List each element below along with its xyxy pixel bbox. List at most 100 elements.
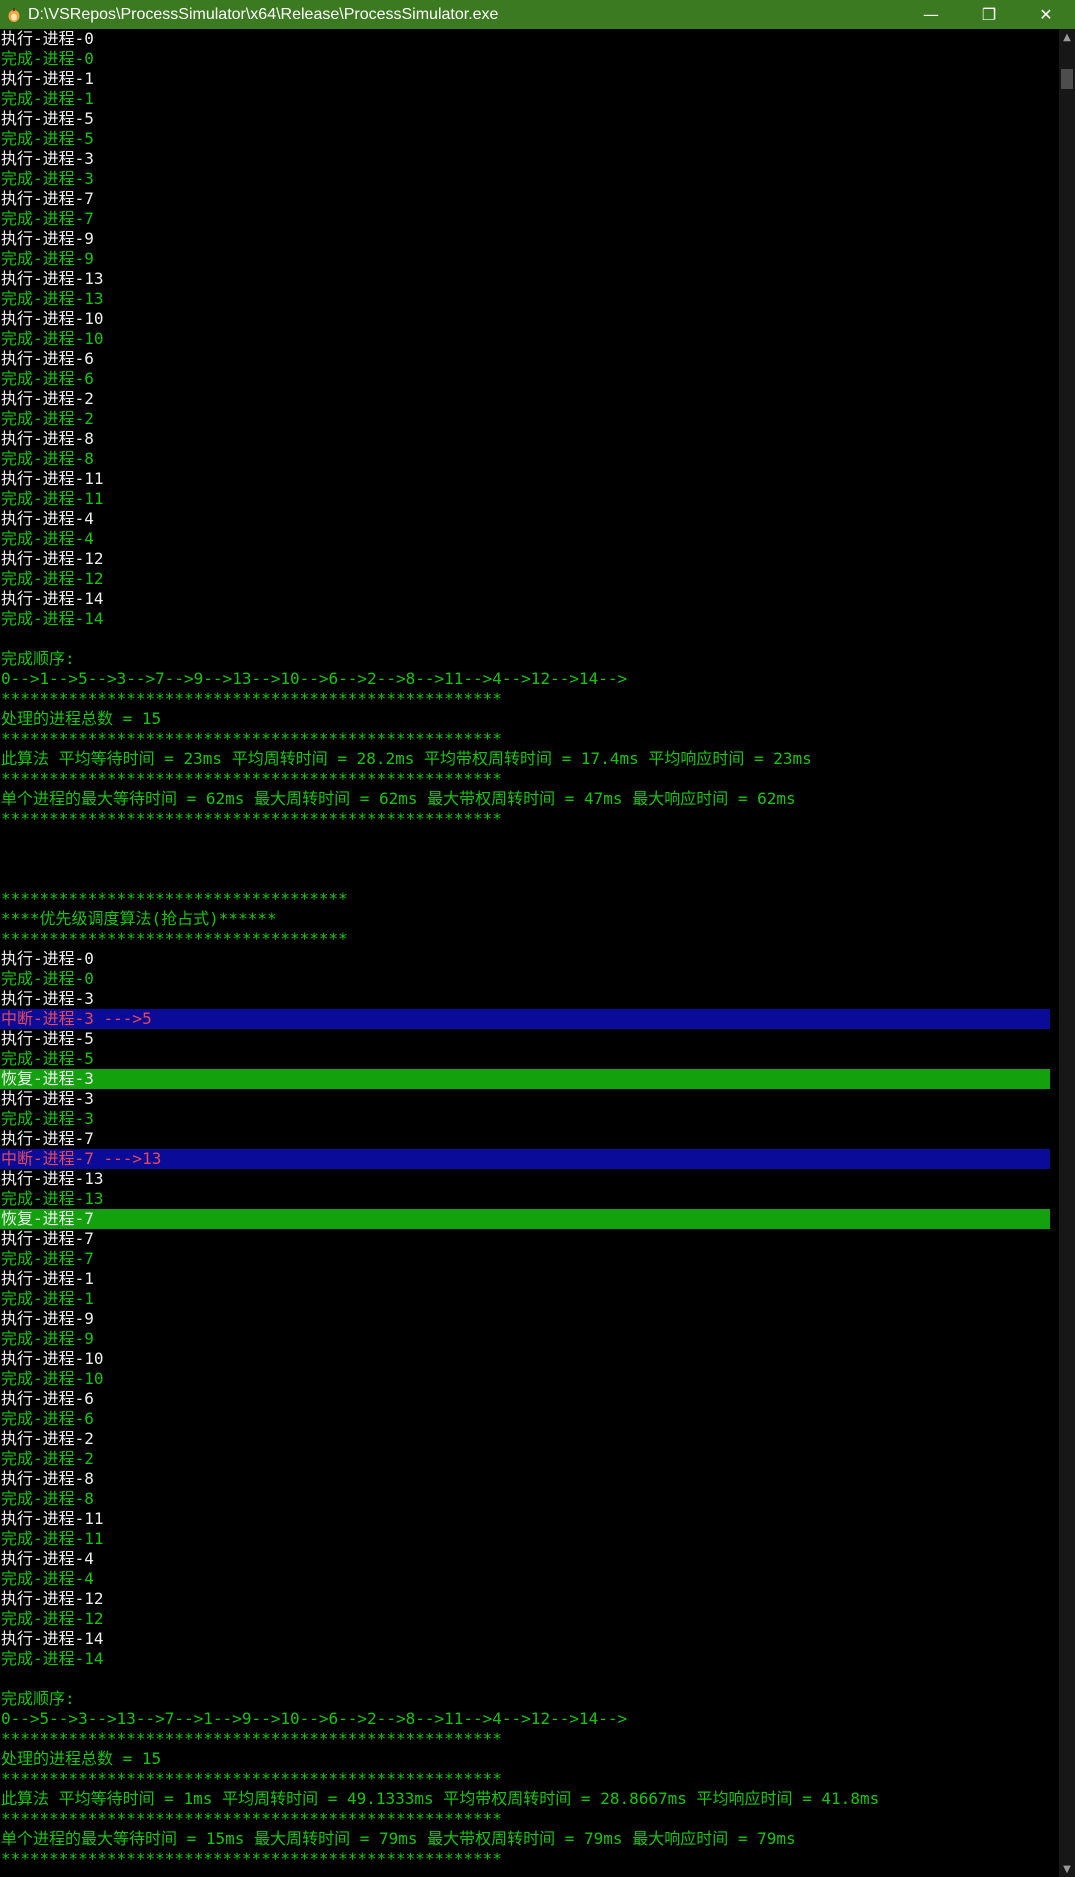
- minimize-button[interactable]: —: [902, 0, 960, 29]
- console-line: ****************************************…: [1, 1729, 502, 1748]
- console-line: 完成-进程-2: [1, 409, 94, 428]
- console-line: 中断-进程-7 --->13: [0, 1149, 1050, 1169]
- console-line: 完成-进程-8: [1, 1489, 94, 1508]
- console-line: 完成-进程-12: [1, 569, 104, 588]
- console-line: 完成-进程-2: [1, 1449, 94, 1468]
- console-line: 0-->1-->5-->3-->7-->9-->13-->10-->6-->2-…: [1, 669, 628, 688]
- console-line: ****************************************…: [1, 1809, 502, 1828]
- console-line: 完成-进程-6: [1, 1409, 94, 1428]
- console-line: 单个进程的最大等待时间 = 62ms 最大周转时间 = 62ms 最大带权周转时…: [1, 789, 796, 808]
- console-line: 执行-进程-6: [1, 1389, 94, 1408]
- console-line: 执行-进程-8: [1, 1469, 94, 1488]
- console-line: 执行-进程-4: [1, 1549, 94, 1568]
- console-line: 完成-进程-0: [1, 49, 94, 68]
- console-line: 执行-进程-1: [1, 69, 94, 88]
- scroll-down-icon[interactable]: ▼: [1059, 1861, 1075, 1877]
- console-line: 执行-进程-9: [1, 1309, 94, 1328]
- console-line: 此算法 平均等待时间 = 23ms 平均周转时间 = 28.2ms 平均带权周转…: [1, 749, 812, 768]
- console-line: 完成-进程-9: [1, 249, 94, 268]
- console-line: 处理的进程总数 = 15: [1, 709, 162, 728]
- console-line: 执行-进程-3: [1, 149, 94, 168]
- console-line: 执行-进程-12: [1, 549, 104, 568]
- console-line: 完成-进程-0: [1, 969, 94, 988]
- console-line: 处理的进程总数 = 15: [1, 1749, 162, 1768]
- console-line: 执行-进程-6: [1, 349, 94, 368]
- console-line: 执行-进程-3: [1, 1089, 94, 1108]
- console-line: 单个进程的最大等待时间 = 15ms 最大周转时间 = 79ms 最大带权周转时…: [1, 1829, 796, 1848]
- console-line: 执行-进程-5: [1, 1029, 94, 1048]
- window-title: D:\VSRepos\ProcessSimulator\x64\Release\…: [28, 5, 499, 23]
- console-line: 完成-进程-10: [1, 329, 104, 348]
- console-line: 执行-进程-2: [1, 389, 94, 408]
- scroll-up-icon[interactable]: ▲: [1059, 29, 1075, 45]
- console-line: 完成-进程-3: [1, 1109, 94, 1128]
- console-line: 完成-进程-13: [1, 1189, 104, 1208]
- console-line: 完成-进程-12: [1, 1609, 104, 1628]
- scroll-thumb[interactable]: [1061, 69, 1073, 89]
- console-line: ****************************************…: [1, 769, 502, 788]
- console-line: 完成-进程-3: [1, 169, 94, 188]
- console-line: 执行-进程-11: [1, 1509, 104, 1528]
- console-line: 执行-进程-2: [1, 1429, 94, 1448]
- console-line: 执行-进程-7: [1, 1229, 94, 1248]
- title-bar[interactable]: D:\VSRepos\ProcessSimulator\x64\Release\…: [0, 0, 1075, 29]
- console-line: 执行-进程-3: [1, 989, 94, 1008]
- console-line: 0-->5-->3-->13-->7-->1-->9-->10-->6-->2-…: [1, 1709, 628, 1728]
- console-line: 恢复-进程-7: [0, 1209, 1050, 1229]
- console-line: ************************************: [1, 889, 348, 908]
- console-line: 执行-进程-14: [1, 1629, 104, 1648]
- console-line: ****************************************…: [1, 809, 502, 828]
- console-line: 完成-进程-14: [1, 1649, 104, 1668]
- console-line: 完成-进程-10: [1, 1369, 104, 1388]
- console-line: 完成-进程-14: [1, 609, 104, 628]
- console-line: 执行-进程-14: [1, 589, 104, 608]
- console-line: 执行-进程-10: [1, 309, 104, 328]
- console-line: 完成-进程-7: [1, 1249, 94, 1268]
- console-line: 恢复-进程-3: [0, 1069, 1050, 1089]
- console-line: 执行-进程-7: [1, 1129, 94, 1148]
- restore-icon: ❐: [981, 5, 997, 24]
- console-line: 执行-进程-13: [1, 269, 104, 288]
- console-line: 执行-进程-11: [1, 469, 104, 488]
- console-line: 执行-进程-0: [1, 29, 94, 48]
- console-line: 完成-进程-5: [1, 129, 94, 148]
- console-line: 中断-进程-3 --->5: [0, 1009, 1050, 1029]
- vertical-scrollbar[interactable]: ▲ ▼: [1059, 29, 1075, 1877]
- console-line: 执行-进程-0: [1, 949, 94, 968]
- console-line: 执行-进程-10: [1, 1349, 104, 1368]
- minimize-icon: —: [923, 5, 939, 24]
- console-line: ************************************: [1, 929, 348, 948]
- console-window: D:\VSRepos\ProcessSimulator\x64\Release\…: [0, 0, 1075, 1877]
- console-line: 执行-进程-13: [1, 1169, 104, 1188]
- close-button[interactable]: ✕: [1017, 0, 1075, 29]
- console-line: 执行-进程-8: [1, 429, 94, 448]
- console-line: ****************************************…: [1, 729, 502, 748]
- console-output[interactable]: 执行-进程-0 完成-进程-0 执行-进程-1 完成-进程-1 执行-进程-5 完成-进程…: [0, 29, 1059, 1877]
- console-line: ****************************************…: [1, 1849, 502, 1868]
- console-line: 执行-进程-9: [1, 229, 94, 248]
- console-line: ****************************************…: [1, 1769, 502, 1788]
- maximize-button[interactable]: ❐: [960, 0, 1018, 29]
- console-line: 执行-进程-5: [1, 109, 94, 128]
- console-line: 完成-进程-6: [1, 369, 94, 388]
- console-line: 执行-进程-1: [1, 1269, 94, 1288]
- console-line: 执行-进程-4: [1, 509, 94, 528]
- console-line: 完成-进程-8: [1, 449, 94, 468]
- console-line: 完成顺序:: [1, 649, 75, 668]
- console-line: 完成-进程-13: [1, 289, 104, 308]
- console-line: 完成顺序:: [1, 1689, 75, 1708]
- console-line: 完成-进程-4: [1, 1569, 94, 1588]
- console-line: 完成-进程-9: [1, 1329, 94, 1348]
- console-line: 完成-进程-5: [1, 1049, 94, 1068]
- console-line: 完成-进程-1: [1, 1289, 94, 1308]
- console-line: ****优先级调度算法(抢占式)******: [1, 909, 277, 928]
- console-line: 此算法 平均等待时间 = 1ms 平均周转时间 = 49.1333ms 平均带权…: [1, 1789, 880, 1808]
- console-line: 完成-进程-11: [1, 1529, 104, 1548]
- console-line: 执行-进程-7: [1, 189, 94, 208]
- console-line: 完成-进程-1: [1, 89, 94, 108]
